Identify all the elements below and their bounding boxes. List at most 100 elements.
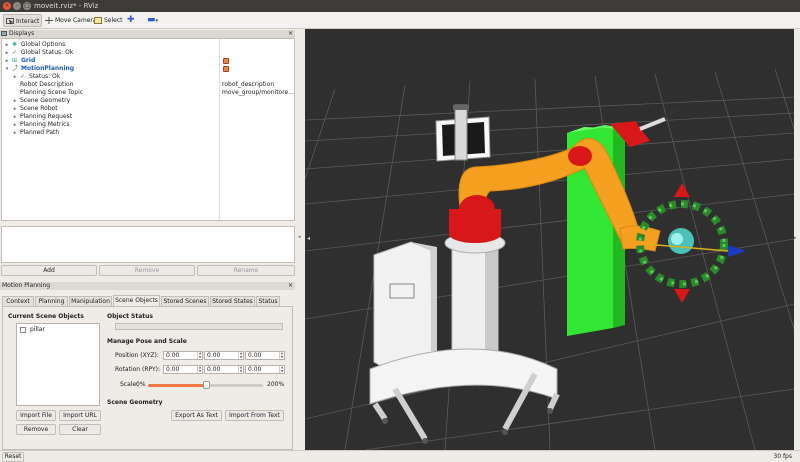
remove-tool-icon[interactable]: ▬▾ (147, 15, 163, 25)
viewport-left-arrow-icon[interactable]: ◂ (307, 235, 310, 242)
object-checkbox[interactable] (20, 327, 26, 333)
expand-arrow-icon[interactable]: ▸ (4, 57, 10, 65)
tab-stored-scenes[interactable]: Stored Scenes (161, 296, 209, 306)
expand-arrow-icon[interactable]: ▸ (12, 105, 18, 113)
export-as-text-button[interactable]: Export As Text (171, 410, 222, 421)
tab-manipulation[interactable]: Manipulation (69, 296, 112, 306)
tree-item-label: MotionPlanning (21, 65, 75, 72)
expand-arrow-icon[interactable]: ▸ (12, 73, 18, 81)
tab-scene-objects[interactable]: Scene Objects (113, 295, 160, 306)
tree-item-robot-description[interactable]: Robot Description robot_description (2, 81, 294, 89)
tree-item-scene-geometry[interactable]: ▸ Scene Geometry (2, 97, 294, 105)
motion-planning-title: Motion Planning (2, 282, 51, 289)
position-z-value: 0.00 (248, 352, 262, 359)
motion-planning-dock-title: Motion Planning × (0, 282, 295, 290)
spin-arrows-icon[interactable]: ▲ ▼ (279, 365, 284, 373)
tree-item-planning-request[interactable]: ▸ Planning Request (2, 113, 294, 121)
scene-objects-list[interactable]: pillar (16, 323, 100, 406)
expand-arrow-icon[interactable]: ▸ (12, 97, 18, 105)
close-window-icon[interactable]: × (3, 2, 11, 10)
rotation-r-value: 0.00 (166, 366, 180, 373)
tab-stored-states[interactable]: Stored States (210, 296, 255, 306)
import-url-button[interactable]: Import URL (59, 410, 101, 421)
add-display-button[interactable]: Add (1, 265, 97, 276)
tree-item-value[interactable]: robot_description (222, 81, 274, 89)
tree-item-label: Scene Robot (20, 105, 58, 112)
expand-arrow-icon[interactable]: ▸ (4, 41, 10, 49)
render-viewport[interactable]: ◂ (305, 29, 794, 450)
rotation-p-input[interactable]: 0.00 ▲ ▼ (204, 365, 244, 374)
object-name: pillar (30, 326, 45, 333)
rotation-y-value: 0.00 (248, 366, 262, 373)
tree-item-planning-scene-topic[interactable]: Planning Scene Topic move_group/monitore… (2, 89, 294, 97)
rename-display-button[interactable]: Rename (197, 265, 295, 276)
spin-arrows-icon[interactable]: ▲ ▼ (197, 365, 202, 373)
spin-arrows-icon[interactable]: ▲ ▼ (279, 351, 284, 359)
splitter-arrow-icon[interactable]: ▸ (794, 235, 797, 241)
minimize-window-icon[interactable]: – (13, 2, 21, 10)
close-dock-icon[interactable]: × (288, 30, 293, 38)
tree-item-label: Planning Scene Topic (20, 89, 84, 96)
tab-planning[interactable]: Planning (35, 296, 68, 306)
import-file-button[interactable]: Import File (16, 410, 56, 421)
grid-icon: ⊞ (12, 57, 18, 64)
displays-title: Displays (9, 30, 35, 37)
tree-item-label: Global Options (21, 41, 66, 48)
tree-item-label: Grid (21, 57, 36, 64)
tree-item-global-options[interactable]: ▸ ✺ Global Options (2, 41, 294, 49)
scale-slider[interactable] (148, 381, 263, 389)
rotation-y-input[interactable]: 0.00 ▲ ▼ (245, 365, 285, 374)
tree-item-label: Planned Path (20, 129, 60, 136)
position-y-input[interactable]: 0.00 ▲ ▼ (204, 351, 244, 360)
tree-item-scene-robot[interactable]: ▸ Scene Robot (2, 105, 294, 113)
tree-item-global-status[interactable]: ▸ ✓ Global Status: Ok (2, 49, 294, 57)
remove-display-button[interactable]: Remove (99, 265, 195, 276)
object-status-field (115, 323, 283, 330)
add-tool-icon[interactable]: ✚ (127, 15, 137, 25)
tree-item-planned-path[interactable]: ▸ Planned Path (2, 129, 294, 137)
position-x-value: 0.00 (166, 352, 180, 359)
splitter[interactable]: ◂ (296, 29, 305, 450)
scene-canvas[interactable] (305, 29, 794, 450)
remove-object-button[interactable]: Remove (16, 424, 56, 435)
tab-context[interactable]: Context (2, 296, 34, 306)
position-z-input[interactable]: 0.00 ▲ ▼ (245, 351, 285, 360)
tree-item-label: Planning Request (20, 113, 73, 120)
displays-tree: ▸ ✺ Global Options ▸ ✓ Global Status: Ok… (1, 38, 295, 221)
splitter-arrow-icon[interactable]: ◂ (298, 234, 301, 240)
tree-item-label: Status: Ok (29, 73, 61, 80)
maximize-window-icon[interactable]: □ (23, 2, 31, 10)
title-bar: × – □ moveit.rviz* - RViz (0, 0, 800, 12)
motion-planning-dock: Motion Planning × Context Planning Manip… (0, 282, 296, 450)
spin-arrows-icon[interactable]: ▲ ▼ (197, 351, 202, 359)
expand-arrow-icon[interactable]: ▸ (4, 49, 10, 57)
expand-arrow-icon[interactable]: ▸ (12, 129, 18, 137)
tab-status[interactable]: Status (256, 296, 280, 306)
enabled-checkbox[interactable] (223, 58, 229, 64)
clear-objects-button[interactable]: Clear (59, 424, 101, 435)
spin-arrows-icon[interactable]: ▲ ▼ (238, 365, 243, 373)
spin-arrows-icon[interactable]: ▲ ▼ (238, 351, 243, 359)
tree-item-grid[interactable]: ▸ ⊞ Grid (2, 57, 294, 65)
collapse-arrow-icon[interactable]: ▾ (4, 65, 10, 73)
scale-slider-fill (148, 384, 206, 387)
position-x-input[interactable]: 0.00 ▲ ▼ (163, 351, 203, 360)
expand-arrow-icon[interactable]: ▸ (12, 121, 18, 129)
move-camera-label: Move Camera (55, 17, 97, 24)
right-splitter[interactable]: ▸ (794, 29, 800, 450)
scale-max-label: 200% (267, 381, 285, 388)
interact-button[interactable]: Interact (3, 14, 42, 27)
rotation-r-input[interactable]: 0.00 ▲ ▼ (163, 365, 203, 374)
import-from-text-button[interactable]: Import From Text (225, 410, 284, 421)
tree-item-motion-planning[interactable]: ▾ ⤴ MotionPlanning (2, 65, 294, 73)
close-dock-icon[interactable]: × (288, 282, 293, 290)
select-button[interactable]: Select (92, 14, 126, 27)
expand-arrow-icon[interactable]: ▸ (12, 113, 18, 121)
check-icon: ✓ (12, 49, 18, 56)
tree-item-value[interactable]: move_group/monitore... (222, 89, 294, 97)
tree-item-status[interactable]: ▸ ✓ Status: Ok (2, 73, 294, 81)
scale-slider-handle[interactable] (202, 381, 210, 389)
tree-item-planning-metrics[interactable]: ▸ Planning Metrics (2, 121, 294, 129)
reset-button[interactable]: Reset (2, 452, 24, 462)
enabled-checkbox[interactable] (223, 66, 229, 72)
